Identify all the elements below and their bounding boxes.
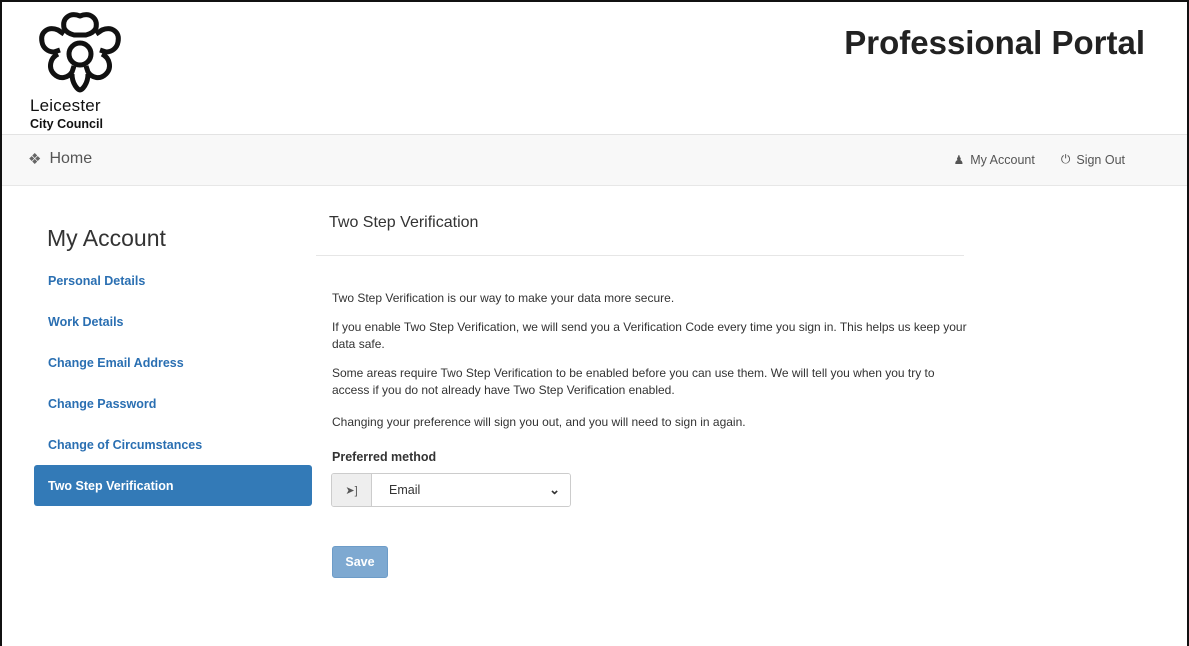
site-header: Leicester City Council Professional Port… [2, 2, 1187, 135]
nav-home-link[interactable]: ❖ Home [28, 150, 92, 168]
council-logo[interactable]: Leicester City Council [30, 10, 130, 134]
title-divider [316, 255, 964, 256]
home-icon: ❖ [28, 151, 42, 168]
save-button[interactable]: Save [332, 546, 388, 578]
nav-my-account-link[interactable]: ♟ My Account [953, 152, 1034, 167]
sidebar-title: My Account [47, 225, 166, 251]
user-icon: ♟ [953, 152, 965, 167]
sidebar-item-change-password[interactable]: Change Password [34, 383, 312, 424]
nav-right-links: ♟ My Account ⏻ Sign Out [953, 152, 1125, 167]
nav-home-label: Home [49, 150, 93, 167]
top-navbar: ❖ Home ♟ My Account ⏻ Sign Out [2, 135, 1187, 186]
nav-sign-out-label: Sign Out [1076, 152, 1125, 167]
page-title: Two Step Verification [329, 214, 479, 231]
portal-title: Professional Portal [844, 24, 1145, 61]
logo-text-leicester: Leicester [30, 96, 101, 115]
preferred-method-select[interactable]: ➤] Email ⌄ [331, 473, 571, 507]
preferred-method-label: Preferred method [332, 450, 437, 464]
power-icon: ⏻ [1060, 152, 1071, 166]
sign-in-icon: ➤] [332, 474, 372, 506]
selected-method-value: Email [389, 483, 421, 497]
nav-my-account-label: My Account [970, 152, 1035, 167]
areas-paragraph: Some areas require Two Step Verification… [332, 366, 935, 397]
sidebar-item-change-email[interactable]: Change Email Address [34, 342, 312, 383]
sidebar-item-change-of-circumstances[interactable]: Change of Circumstances [34, 424, 312, 465]
rose-logo-icon [39, 12, 121, 93]
enable-paragraph: If you enable Two Step Verification, we … [332, 320, 967, 351]
sidebar-item-two-step-verification[interactable]: Two Step Verification [34, 465, 312, 506]
preferred-method-dropdown[interactable]: Email ⌄ [372, 474, 570, 506]
chevron-down-icon: ⌄ [549, 482, 560, 497]
sidebar-item-personal-details[interactable]: Personal Details [34, 260, 312, 301]
intro-paragraph: Two Step Verification is our way to make… [332, 291, 675, 305]
nav-sign-out-link[interactable]: ⏻ Sign Out [1061, 152, 1125, 167]
preference-paragraph: Changing your preference will sign you o… [332, 415, 746, 429]
logo-text-city-council: City Council [30, 117, 103, 131]
sidebar-menu: Personal Details Work Details Change Ema… [34, 260, 312, 506]
sidebar-item-work-details[interactable]: Work Details [34, 301, 312, 342]
